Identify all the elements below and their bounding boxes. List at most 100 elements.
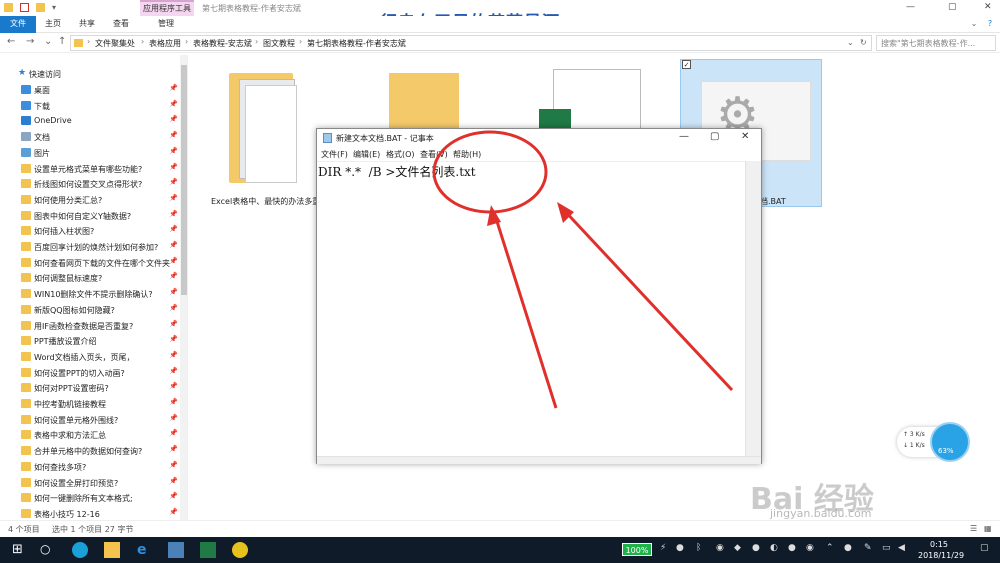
volume-icon[interactable]: ◀ [898, 543, 905, 553]
sidebar-item[interactable]: 如何一键删除所有文本格式; 📌 [0, 491, 180, 506]
pin-icon[interactable]: 📌 [169, 320, 178, 328]
breadcrumb-item[interactable]: 图文教程 [263, 38, 295, 49]
tray-icon[interactable]: ◉ [716, 543, 724, 553]
pin-icon[interactable]: 📌 [169, 100, 178, 108]
pin-icon[interactable]: 📌 [169, 115, 178, 123]
pin-icon[interactable]: 📌 [169, 461, 178, 469]
sidebar-item[interactable]: 中控考勤机链接教程 📌 [0, 397, 180, 412]
sidebar-item[interactable]: Word文档插入页头，页尾， 📌 [0, 350, 180, 365]
help-icon[interactable]: ? [984, 16, 996, 33]
quick-access[interactable]: ★ 快速访问 [0, 67, 180, 82]
pin-icon[interactable]: 📌 [169, 429, 178, 437]
sidebar-item[interactable]: 表格小技巧 12-16 📌 [0, 507, 180, 520]
tray-icon[interactable]: ● [844, 543, 852, 553]
sidebar-item[interactable]: 合并单元格中的数据如何查询? 📌 [0, 444, 180, 459]
menu-help[interactable]: 帮助(H) [453, 149, 481, 160]
notepad-text-area[interactable]: DIR *.* /B >文件名列表.txt [317, 161, 745, 456]
tray-icon[interactable]: ● [788, 543, 796, 553]
check-icon[interactable] [20, 3, 29, 12]
pin-icon[interactable]: 📌 [169, 304, 178, 312]
tray-icon[interactable]: ◆ [734, 543, 741, 553]
sidebar-item[interactable]: 折线图如何设置交叉点得形状? 📌 [0, 177, 180, 192]
pin-icon[interactable]: 📌 [169, 194, 178, 202]
pin-icon[interactable]: 📌 [169, 477, 178, 485]
chevron-down-icon[interactable]: ▾ [52, 3, 61, 12]
pin-icon[interactable]: 📌 [169, 508, 178, 516]
bluetooth-icon[interactable]: ᛒ [696, 543, 701, 553]
pin-icon[interactable]: 📌 [169, 178, 178, 186]
clock-time[interactable]: 0:15 [930, 540, 948, 549]
address-field[interactable]: › 文件聚集处 › 表格应用 › 表格教程-安志斌 › 图文教程 › 第七期表格… [70, 35, 872, 51]
sidebar-item[interactable]: WIN10删除文件不提示删除确认? 📌 [0, 287, 180, 302]
chevron-up-icon[interactable]: ⌃ [826, 543, 834, 553]
pin-icon[interactable]: 📌 [169, 382, 178, 390]
checkbox-icon[interactable]: ✓ [682, 60, 691, 69]
sidebar-item[interactable]: 如何调整鼠标速度? 📌 [0, 271, 180, 286]
maximize-button[interactable]: ▢ [710, 131, 719, 142]
menu-edit[interactable]: 编辑(E) [353, 149, 380, 160]
search-input[interactable]: 搜索"第七期表格教程-作... [876, 35, 996, 51]
menu-file[interactable]: 文件(F) [321, 149, 348, 160]
app-icon[interactable] [72, 542, 88, 558]
sidebar-item[interactable]: 如何设置PPT的切入动画? 📌 [0, 366, 180, 381]
windows-start-icon[interactable]: ⊞ [12, 542, 28, 558]
breadcrumb-item[interactable]: 表格应用 [149, 38, 181, 49]
sidebar-scrollbar[interactable] [180, 55, 187, 520]
sidebar-item[interactable]: 如何对PPT设置密码? 📌 [0, 381, 180, 396]
pin-icon[interactable]: 📌 [169, 335, 178, 343]
pin-icon[interactable]: 📌 [169, 147, 178, 155]
sidebar-item[interactable]: 下载 📌 [0, 99, 180, 114]
menu-view[interactable]: 查看(V) [420, 149, 448, 160]
large-icons-view-icon[interactable]: ▦ [984, 524, 992, 533]
sidebar-item[interactable]: 如何设置全屏打印预览? 📌 [0, 476, 180, 491]
pin-icon[interactable]: 📌 [169, 414, 178, 422]
tray-icon[interactable]: ◉ [806, 543, 814, 553]
minimize-button[interactable]: — [906, 2, 915, 12]
breadcrumb-item[interactable]: 第七期表格教程-作者安志斌 [307, 38, 406, 49]
sidebar-item[interactable]: 如何设置单元格外围线? 📌 [0, 413, 180, 428]
pin-icon[interactable]: 📌 [169, 288, 178, 296]
sidebar-item[interactable]: 设置单元格式菜单有哪些功能? 📌 [0, 162, 180, 177]
notepad-window[interactable]: 新建文本文档.BAT - 记事本 — ▢ ✕ 文件(F) 编辑(E) 格式(O)… [316, 128, 762, 464]
close-button[interactable]: ✕ [984, 2, 992, 12]
tab-manage[interactable]: 管理 [148, 16, 184, 33]
plug-icon[interactable]: ⚡ [660, 543, 666, 553]
sidebar-item[interactable]: 表格中求和方法汇总 📌 [0, 428, 180, 443]
sidebar-item[interactable]: 如何插入柱状图? 📌 [0, 224, 180, 239]
menu-format[interactable]: 格式(O) [386, 149, 415, 160]
sidebar-item[interactable]: 如何使用分类汇总? 📌 [0, 193, 180, 208]
forward-button[interactable]: → [26, 36, 34, 47]
clock-date[interactable]: 2018/11/29 [918, 551, 964, 560]
pin-icon[interactable]: 📌 [169, 492, 178, 500]
back-button[interactable]: ← [7, 36, 15, 47]
sidebar-item[interactable]: 百度回享计划的焕然计划如何参加? 📌 [0, 240, 180, 255]
pin-icon[interactable]: 📌 [169, 398, 178, 406]
pin-icon[interactable]: 📌 [169, 367, 178, 375]
pin-icon[interactable]: 📌 [169, 225, 178, 233]
sidebar-item[interactable]: 桌面 📌 [0, 83, 180, 98]
maximize-button[interactable]: ▢ [948, 2, 957, 12]
notepad-icon[interactable] [168, 542, 184, 558]
new-folder-icon[interactable] [36, 3, 45, 12]
pen-icon[interactable]: ✎ [864, 543, 872, 553]
pin-icon[interactable]: 📌 [169, 84, 178, 92]
tray-icon[interactable]: ● [752, 543, 760, 553]
sidebar-item[interactable]: OneDrive 📌 [0, 114, 180, 129]
breadcrumb-item[interactable]: 表格教程-安志斌 [193, 38, 252, 49]
sidebar-item[interactable]: 图片 📌 [0, 146, 180, 161]
tab-home[interactable]: 主页 [38, 16, 68, 33]
battery-indicator[interactable]: 100% [622, 543, 652, 556]
chevron-down-icon[interactable]: ⌄ [968, 16, 980, 33]
search-icon[interactable]: ○ [40, 542, 56, 558]
breadcrumb-item[interactable]: 文件聚集处 [95, 38, 135, 49]
network-icon[interactable]: ▭ [882, 543, 891, 553]
sidebar-item[interactable]: PPT播放设置介绍 📌 [0, 334, 180, 349]
pin-icon[interactable]: 📌 [169, 445, 178, 453]
tab-file[interactable]: 文件 [0, 16, 36, 33]
pin-icon[interactable]: 📌 [169, 241, 178, 249]
pin-icon[interactable]: 📌 [169, 210, 178, 218]
tray-icon[interactable]: ● [676, 543, 684, 553]
pin-icon[interactable]: 📌 [169, 163, 178, 171]
tab-share[interactable]: 共享 [72, 16, 102, 33]
notification-icon[interactable]: ▢ [980, 543, 989, 553]
